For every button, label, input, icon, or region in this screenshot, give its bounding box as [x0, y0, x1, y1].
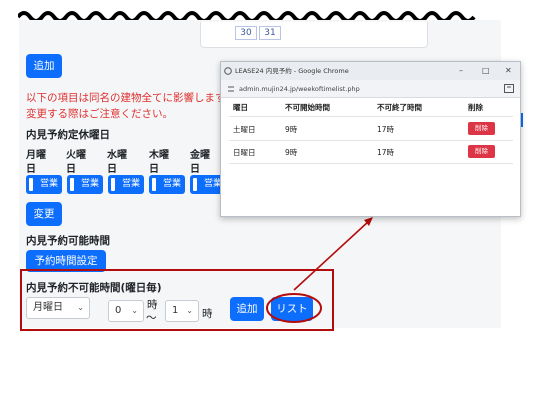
- popup-url: admin.mujin24.jp/weekoftimelist.php: [239, 85, 360, 93]
- row-day: 日曜日: [233, 148, 256, 157]
- browser-icon: [224, 67, 232, 75]
- table-divider: [229, 163, 513, 164]
- delete-button[interactable]: 削除: [468, 145, 495, 158]
- column-header-start: 不可開始時間: [285, 103, 330, 112]
- row-start: 9時: [285, 125, 298, 134]
- site-info-icon[interactable]: [227, 85, 235, 93]
- column-header-delete: 削除: [468, 103, 483, 112]
- popup-titlebar[interactable]: LEASE24 内見予約 - Google Chrome: [221, 62, 520, 80]
- popup-url-bar[interactable]: admin.mujin24.jp/weekoftimelist.php: [221, 80, 520, 98]
- popup-title: LEASE24 内見予約 - Google Chrome: [235, 67, 349, 75]
- maximize-icon[interactable]: □: [482, 62, 490, 80]
- background-blue-edge: [521, 113, 523, 127]
- close-icon[interactable]: ✕: [505, 62, 512, 80]
- row-day: 土曜日: [233, 125, 256, 134]
- row-end: 17時: [377, 125, 395, 134]
- column-header-end: 不可終了時間: [377, 103, 422, 112]
- table-divider: [229, 140, 513, 141]
- table-divider: [229, 116, 513, 117]
- popup-browser-window: LEASE24 内見予約 - Google Chrome – □ ✕ admin…: [220, 61, 521, 217]
- row-end: 17時: [377, 148, 395, 157]
- column-header-day: 曜日: [233, 103, 248, 112]
- delete-button[interactable]: 削除: [468, 122, 495, 135]
- minimize-icon[interactable]: –: [459, 62, 463, 80]
- translate-icon[interactable]: [504, 84, 514, 93]
- row-start: 9時: [285, 148, 298, 157]
